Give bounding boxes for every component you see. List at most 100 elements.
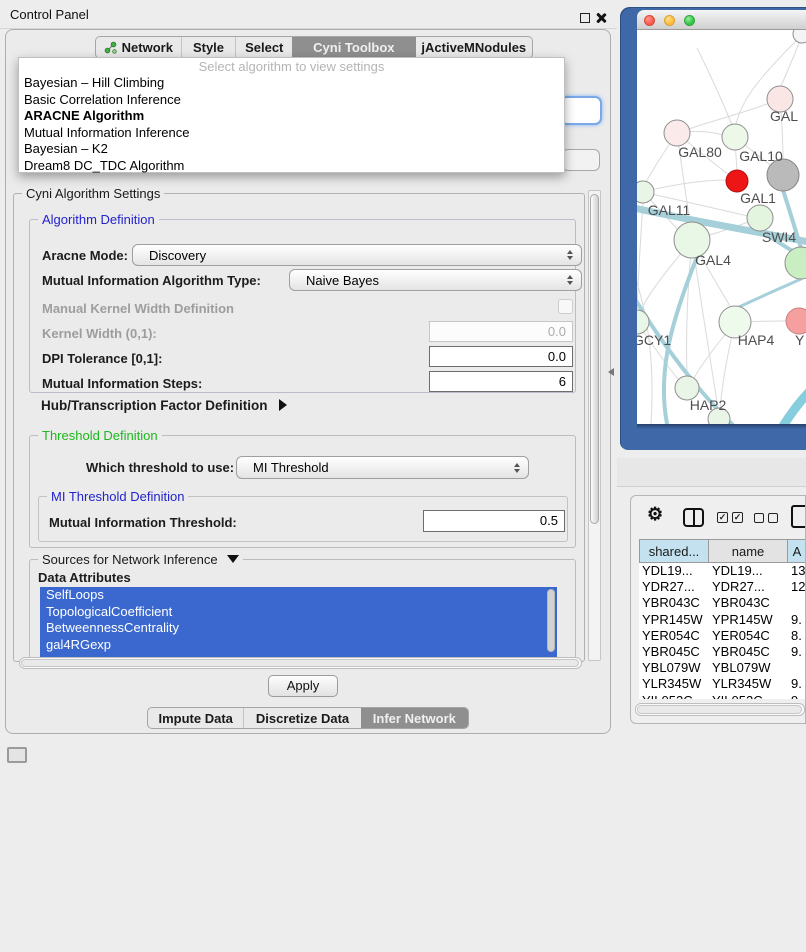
cell[interactable]: YBR043C [709, 595, 788, 611]
gear-icon[interactable]: ⚙ [647, 504, 663, 525]
hub-section-header[interactable]: Hub/Transcription Factor Definition [41, 398, 287, 413]
dropdown-item[interactable]: Basic Correlation Inference [19, 92, 564, 109]
table-row[interactable]: YBR043C YBR043C [639, 595, 806, 611]
cell[interactable]: YPR145W [709, 612, 788, 628]
network-window-titlebar[interactable] [637, 10, 806, 30]
aracne-mode-select[interactable]: Discovery [132, 244, 582, 266]
cell[interactable]: YDL19... [639, 563, 709, 579]
dropdown-item[interactable]: Mutual Information Inference [19, 125, 564, 142]
tab-cyni-toolbox[interactable]: Cyni Toolbox [292, 37, 415, 58]
float-panel-icon[interactable] [580, 13, 590, 23]
dropdown-item-selected[interactable]: ARACNE Algorithm [19, 108, 564, 125]
node-selected-red[interactable] [726, 170, 748, 192]
table-row[interactable]: YDL19... YDL19... 13 [639, 563, 806, 579]
tab-impute-data[interactable]: Impute Data [148, 708, 243, 728]
tab-discretize-data[interactable]: Discretize Data [243, 708, 360, 728]
cell[interactable]: YDL19... [709, 563, 788, 579]
cell[interactable]: YBR045C [639, 644, 709, 660]
mi-threshold-field[interactable]: 0.5 [423, 510, 565, 532]
column-header-partial[interactable]: A [788, 539, 806, 563]
tab-select[interactable]: Select [235, 37, 292, 58]
threshold-definition-title: Threshold Definition [38, 428, 162, 443]
cell[interactable]: YPR145W [639, 612, 709, 628]
minimized-panel-icon[interactable] [7, 747, 27, 763]
tab-style[interactable]: Style [181, 37, 236, 58]
node-gal80[interactable] [664, 120, 690, 146]
list-item[interactable]: BetweennessCentrality [40, 620, 557, 637]
tab-jactivemnodules[interactable]: jActiveMNodules [416, 37, 532, 58]
close-window-icon[interactable] [644, 15, 655, 26]
cell[interactable]: 13 [788, 563, 806, 579]
table-row[interactable]: YBL079W YBL079W [639, 660, 806, 676]
column-header-shared[interactable]: shared... [639, 539, 709, 563]
cell[interactable]: 9 [788, 693, 806, 700]
dropdown-item[interactable]: Bayesian – Hill Climbing [19, 75, 564, 92]
node-gal10[interactable] [722, 124, 748, 150]
table-hscroll[interactable] [635, 703, 805, 716]
cell[interactable]: YLR345W [709, 676, 788, 692]
node-gal11[interactable] [637, 181, 654, 203]
cell[interactable]: 8. [788, 628, 806, 644]
cell[interactable]: YER054C [709, 628, 788, 644]
column-header-name[interactable]: name [709, 539, 788, 563]
table-row-partial[interactable]: YIL052C YIL052C 9 [639, 693, 806, 700]
cell[interactable]: 9. [788, 644, 806, 660]
settings-hscroll[interactable] [19, 657, 582, 669]
cell[interactable]: 9. [788, 676, 806, 692]
cell[interactable]: YBR043C [639, 595, 709, 611]
cell[interactable]: YER054C [639, 628, 709, 644]
cell[interactable] [788, 595, 806, 611]
cell[interactable]: YDR27... [639, 579, 709, 595]
zoom-window-icon[interactable] [684, 15, 695, 26]
tab-impute-data-label: Impute Data [159, 711, 233, 726]
kernel-width-field[interactable]: 0.0 [429, 321, 573, 342]
settings-vscroll-thumb[interactable] [590, 194, 599, 524]
close-panel-icon[interactable] [595, 12, 607, 24]
cell[interactable]: YBL079W [709, 660, 788, 676]
dpi-tolerance-field[interactable]: 0.0 [429, 346, 573, 367]
tab-infer-network[interactable]: Infer Network [361, 708, 468, 728]
cell[interactable]: YDR27... [709, 579, 788, 595]
cell[interactable]: YBL079W [639, 660, 709, 676]
table-row[interactable]: YDR27... YDR27... 12 [639, 579, 806, 595]
settings-vscroll[interactable] [588, 190, 601, 661]
tab-network[interactable]: Network [96, 37, 181, 58]
table-row[interactable]: YPR145W YPR145W 9. [639, 612, 806, 628]
which-threshold-select[interactable]: MI Threshold [236, 456, 529, 479]
cell[interactable]: 9. [788, 612, 806, 628]
split-columns-icon[interactable] [683, 508, 704, 527]
export-table-icon[interactable] [791, 505, 806, 528]
node[interactable] [785, 247, 806, 279]
mi-type-select[interactable]: Naive Bayes [289, 269, 582, 291]
apply-button[interactable]: Apply [268, 675, 338, 697]
cell[interactable]: 12 [788, 579, 806, 595]
select-all-checks-icon[interactable]: ✓ ✓ [717, 512, 743, 523]
list-vscroll-thumb[interactable] [547, 589, 555, 652]
cell[interactable]: YBR045C [709, 644, 788, 660]
node-pink[interactable] [786, 308, 806, 334]
splitter-collapse-icon[interactable] [608, 368, 614, 376]
table-row[interactable]: YER054C YER054C 8. [639, 628, 806, 644]
node[interactable] [793, 30, 806, 43]
settings-hscroll-thumb[interactable] [21, 659, 579, 667]
cell[interactable]: YIL052C [639, 693, 709, 700]
manual-kernel-checkbox[interactable] [558, 299, 573, 314]
network-canvas[interactable]: GAL GAL80 GAL10 GAL11 GAL1 SWI4 GAL4 GCY… [637, 30, 806, 424]
sources-group-header[interactable]: Sources for Network Inference [38, 552, 243, 567]
deselect-all-checks-icon[interactable] [754, 513, 778, 523]
list-item[interactable]: gal4RGexp [40, 637, 557, 654]
table-hscroll-thumb[interactable] [637, 705, 802, 714]
cell[interactable] [788, 660, 806, 676]
minimize-window-icon[interactable] [664, 15, 675, 26]
node-gal1[interactable] [747, 205, 773, 231]
dropdown-item[interactable]: Dream8 DC_TDC Algorithm [19, 158, 564, 175]
table-row[interactable]: YBR045C YBR045C 9. [639, 644, 806, 660]
cell[interactable]: YLR345W [639, 676, 709, 692]
list-item[interactable]: SelfLoops [40, 587, 557, 604]
cell[interactable]: YIL052C [709, 693, 788, 700]
mi-threshold-group-title: MI Threshold Definition [47, 489, 188, 504]
list-item[interactable]: TopologicalCoefficient [40, 604, 557, 621]
mi-steps-field[interactable]: 6 [429, 371, 573, 392]
table-row[interactable]: YLR345W YLR345W 9. [639, 676, 806, 692]
dropdown-item[interactable]: Bayesian – K2 [19, 141, 564, 158]
